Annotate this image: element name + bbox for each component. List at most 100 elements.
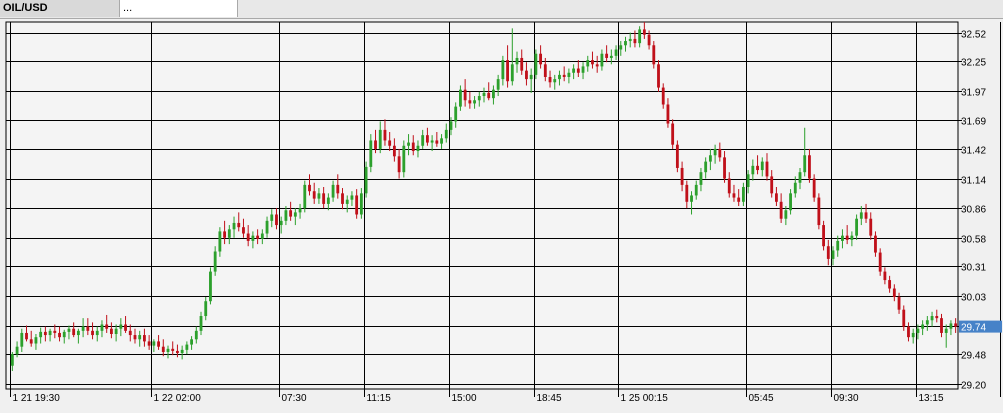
candle-body <box>624 41 627 46</box>
candle-body <box>633 38 637 44</box>
candle-body <box>251 235 255 241</box>
candle-body <box>510 64 514 82</box>
y-tick-label: 29.48 <box>961 351 986 362</box>
y-tick-label: 30.31 <box>961 263 986 274</box>
candle-body <box>463 89 467 101</box>
second-tab[interactable]: ... <box>120 0 238 17</box>
plot-area <box>5 21 959 390</box>
candle-body <box>444 129 448 139</box>
candle-body <box>308 184 311 192</box>
candle-body <box>237 222 241 228</box>
candle-body <box>440 138 443 144</box>
candle-body <box>930 316 934 321</box>
candle-body <box>869 218 873 236</box>
candle-body <box>402 145 406 173</box>
candle-body <box>817 197 821 226</box>
candle-body <box>628 38 632 42</box>
candle-body <box>204 301 208 317</box>
candle-body <box>147 341 151 346</box>
candle-body <box>20 332 24 347</box>
candle-body <box>454 106 458 122</box>
candle-body <box>850 235 854 240</box>
candle-body <box>260 233 264 239</box>
candle-body <box>359 193 363 215</box>
candle-body <box>473 100 476 104</box>
candle-body <box>58 332 61 338</box>
candle-body <box>553 79 557 83</box>
candle-body <box>62 331 66 338</box>
candle-body <box>539 53 543 65</box>
candle-body <box>449 121 453 130</box>
y-tick-label: 29.20 <box>961 381 986 392</box>
x-tick-label: 11:15 <box>367 393 392 404</box>
candle-body <box>883 271 887 281</box>
candle-body <box>213 251 217 272</box>
candle-body <box>690 195 693 202</box>
candle-body <box>312 191 316 199</box>
candle-body <box>671 123 675 145</box>
candle-body <box>845 235 849 240</box>
candle-body <box>529 74 533 80</box>
candle-body <box>411 142 415 152</box>
candle-body <box>322 193 326 204</box>
candle-body <box>67 328 71 332</box>
candle-body <box>694 184 698 196</box>
candle-body <box>756 165 759 171</box>
candle-body <box>812 178 816 198</box>
candle-body <box>279 220 283 226</box>
candle-body <box>572 68 576 73</box>
candle-body <box>124 324 127 331</box>
candle-body <box>779 201 783 219</box>
candle-body <box>789 193 792 211</box>
x-tick-label: 09:30 <box>834 393 859 404</box>
symbol-tab-bar: OIL/USD ... <box>0 0 1003 19</box>
candle-body <box>638 29 642 44</box>
candle-body <box>242 227 245 234</box>
candle-body <box>199 316 203 331</box>
candle-body <box>209 271 212 302</box>
candle-body <box>600 53 604 67</box>
candle-body <box>180 349 184 354</box>
candlestick-chart[interactable]: 32.52 32.25 31.97 31.69 31.42 31.14 30.86 30.58… <box>0 19 1003 413</box>
symbol-tab[interactable]: OIL/USD <box>0 0 120 17</box>
candle-body <box>718 148 722 158</box>
candle-body <box>935 316 939 319</box>
candle-body <box>25 332 28 340</box>
candle-body <box>619 45 623 50</box>
candle-body <box>496 79 500 90</box>
candle-body <box>284 210 288 221</box>
candle-body <box>317 193 321 199</box>
candle-body <box>949 323 953 329</box>
candle-body <box>383 129 387 141</box>
candle-body <box>76 330 80 336</box>
x-tick-label: 1 25 00:15 <box>621 393 669 404</box>
candle-body <box>831 250 835 259</box>
candle-body <box>609 55 613 58</box>
candle-body <box>350 195 354 200</box>
candle-body <box>727 178 731 194</box>
candle-body <box>378 129 382 149</box>
candle-body <box>105 324 109 329</box>
candle-body <box>892 288 896 297</box>
candle-body <box>944 328 948 333</box>
y-tick-label: 31.42 <box>961 146 986 157</box>
candle-body <box>138 335 142 340</box>
candle-body <box>232 222 236 230</box>
current-price-label: 29.74 <box>961 323 986 334</box>
candle-body <box>109 328 113 335</box>
y-tick-label: 31.14 <box>961 176 986 187</box>
candle-body <box>29 339 33 344</box>
candle-body <box>605 53 609 58</box>
candle-body <box>723 157 726 179</box>
candle-body <box>595 64 599 67</box>
candle-body <box>732 193 736 198</box>
candle-body <box>39 331 43 338</box>
candle-body <box>534 53 538 75</box>
candle-body <box>713 148 717 156</box>
candle-body <box>161 346 165 352</box>
candle-body <box>119 324 123 329</box>
candle-body <box>746 174 750 187</box>
candle-body <box>256 235 260 239</box>
candle-body <box>397 156 401 173</box>
candle-body <box>907 326 910 338</box>
